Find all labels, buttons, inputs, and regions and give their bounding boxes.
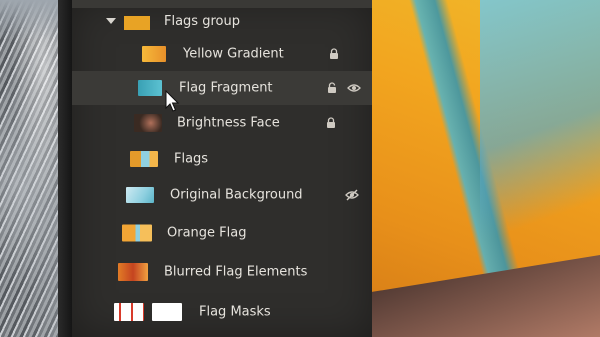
unlock-icon[interactable] — [326, 82, 338, 94]
eye-icon[interactable] — [347, 82, 361, 94]
layer-row[interactable]: Flag Masks — [72, 295, 372, 329]
group-thumbnail — [124, 16, 150, 30]
layer-thumbnail — [118, 263, 148, 281]
layer-thumbnail — [138, 80, 162, 96]
layer-label: Yellow Gradient — [183, 46, 284, 62]
mask-thumbnail-white — [152, 303, 182, 321]
lock-icon[interactable] — [325, 117, 337, 129]
layer-row-selected[interactable]: Flag Fragment — [72, 71, 372, 105]
mask-thumbnail-pattern — [114, 303, 144, 321]
layer-thumbnail — [122, 224, 152, 242]
layer-thumbnail — [134, 114, 162, 132]
layer-thumbnail — [142, 46, 166, 62]
layer-row[interactable]: Flags — [72, 142, 372, 176]
layer-thumbnail — [130, 151, 158, 167]
layer-row[interactable]: Original Background — [72, 178, 372, 212]
layer-row[interactable]: Orange Flag — [72, 216, 372, 250]
layer-label: Orange Flag — [167, 225, 247, 241]
layer-row[interactable]: Yellow Gradient — [72, 37, 372, 71]
layer-thumbnail — [126, 187, 154, 203]
mouse-cursor-icon — [165, 90, 179, 112]
lock-icon[interactable] — [328, 48, 340, 60]
layer-label: Blurred Flag Elements — [164, 264, 308, 280]
layer-row[interactable]: Blurred Flag Elements — [72, 255, 372, 289]
eye-off-icon[interactable] — [345, 189, 359, 201]
canvas-flag-detail — [480, 0, 600, 260]
layer-row[interactable]: Brightness Face — [72, 106, 372, 140]
expand-arrow-icon[interactable] — [106, 18, 116, 24]
layer-label: Flag Masks — [199, 304, 271, 320]
layer-label: Brightness Face — [177, 115, 280, 131]
group-label: Flags group — [164, 14, 240, 29]
layer-label: Flags — [174, 151, 209, 167]
layer-label: Original Background — [170, 187, 303, 203]
layer-label: Flag Fragment — [179, 80, 273, 96]
